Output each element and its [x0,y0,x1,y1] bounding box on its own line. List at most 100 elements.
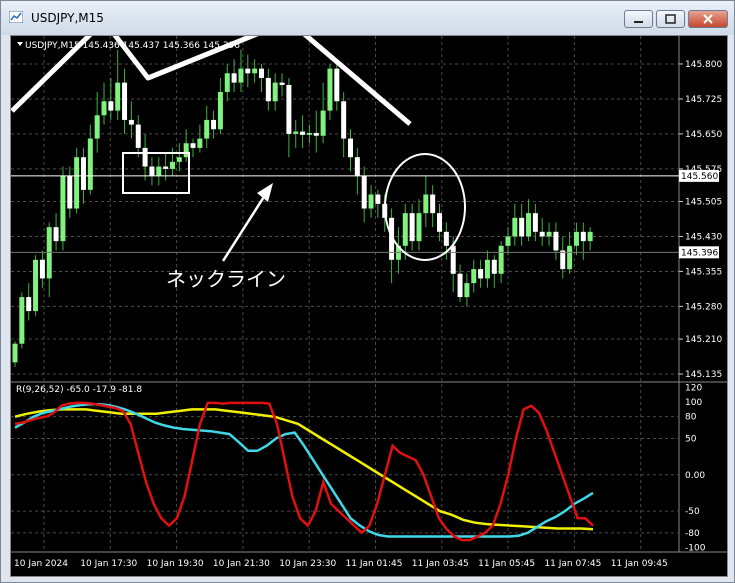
candle-body[interactable] [505,236,511,246]
candle-body[interactable] [156,166,162,176]
time-tick-label: 11 Jan 01:45 [346,559,403,569]
candle-body[interactable] [293,131,299,134]
title-bar: USDJPY,M15 [1,1,734,35]
candle-body[interactable] [74,157,80,209]
candle-body[interactable] [368,194,374,209]
candle-body[interactable] [512,217,518,237]
candle-body[interactable] [437,213,443,232]
candle-body[interactable] [115,82,121,111]
candle-body[interactable] [546,231,552,237]
candle-body[interactable] [231,73,237,83]
candle-body[interactable] [519,217,525,237]
candle-body[interactable] [183,143,189,158]
candle-body[interactable] [580,231,586,242]
candle-body[interactable] [471,269,477,284]
indicator-red-line [14,401,594,542]
annotation-arrow-shaft [221,191,269,262]
price-tick-label: 145.355 [685,267,722,277]
candle-body[interactable] [567,245,573,270]
minimize-button[interactable] [624,10,653,28]
candle-body[interactable] [587,231,593,242]
candle-body[interactable] [176,157,182,162]
indicator-tick-label: -100 [685,543,706,553]
candle-body[interactable] [101,101,107,116]
candle-body[interactable] [142,147,148,167]
candle-body[interactable] [272,82,278,102]
candle-body[interactable] [560,250,566,270]
candle-body[interactable] [217,91,223,130]
candle-body[interactable] [12,343,18,363]
candle-body[interactable] [464,283,470,298]
candle-body[interactable] [39,259,45,279]
candle-body[interactable] [245,68,251,74]
candle-body[interactable] [409,213,415,242]
candle-body[interactable] [238,68,244,83]
candle-body[interactable] [19,297,25,344]
candle-body[interactable] [375,194,381,204]
candle-body[interactable] [478,269,484,279]
candle-body[interactable] [526,213,532,237]
candle-body[interactable] [252,68,258,74]
price-tick-label: 145.725 [685,95,722,105]
candle-body[interactable] [423,194,429,214]
candle-body[interactable] [122,82,128,120]
candle-body[interactable] [361,175,367,209]
candle-body[interactable] [128,119,134,125]
candle-body[interactable] [26,297,32,312]
candle-body[interactable] [190,143,196,148]
candle-body[interactable] [286,84,292,134]
candle-body[interactable] [53,227,59,242]
candle-body[interactable] [80,157,86,190]
time-tick-label: 10 Jan 17:30 [80,559,137,569]
candle-body[interactable] [135,124,141,148]
candle-body[interactable] [279,82,285,85]
candle-body[interactable] [450,245,456,274]
indicator-tick-label: 0.00 [685,471,705,481]
candle-body[interactable] [306,132,312,135]
candle-body[interactable] [224,73,230,92]
maximize-button[interactable] [656,10,685,28]
candle-body[interactable] [204,119,210,139]
candle-body[interactable] [163,166,169,169]
candle-body[interactable] [539,231,545,237]
candle-body[interactable] [87,138,93,190]
time-tick-label: 10 Jan 2024 [14,559,68,569]
time-tick-label: 11 Jan 09:45 [611,559,668,569]
price-tick-label: 145.650 [685,130,722,140]
chart-area[interactable]: ネックライン USDJPY,M15 145.436 145.437 145.36… [10,18,728,577]
candle-body[interactable] [430,194,436,214]
candle-body[interactable] [484,259,490,279]
candle-body[interactable] [33,259,39,312]
candle-body[interactable] [327,68,333,111]
candle-body[interactable] [313,132,319,136]
candle-body[interactable] [94,115,100,139]
candle-body[interactable] [341,101,347,139]
candle-body[interactable] [498,245,504,274]
time-tick-label: 10 Jan 21:30 [213,559,270,569]
candle-body[interactable] [532,213,538,232]
candle-body[interactable] [457,273,463,298]
candle-body[interactable] [491,259,497,274]
candle-body[interactable] [60,175,66,242]
candle-body[interactable] [108,101,114,111]
close-button[interactable] [688,10,728,28]
candle-body[interactable] [354,157,360,176]
candle-body[interactable] [258,68,264,78]
candle-body[interactable] [169,161,175,169]
candle-body[interactable] [573,231,579,246]
candle-body[interactable] [334,68,340,102]
candle-body[interactable] [67,175,73,209]
candle-body[interactable] [197,138,203,148]
candle-body[interactable] [149,166,155,176]
candle-body[interactable] [348,138,354,158]
candle-body[interactable] [300,131,306,135]
candle-body[interactable] [320,110,326,136]
candle-body[interactable] [211,119,217,130]
chart-menu-triangle-icon[interactable] [17,42,23,46]
candle-body[interactable] [443,231,449,246]
candle-body[interactable] [416,213,422,242]
candle-body[interactable] [265,77,271,102]
candle-body[interactable] [553,231,559,251]
candle-body[interactable] [402,213,408,246]
price-chart[interactable]: ネックライン USDJPY,M15 145.436 145.437 145.36… [10,18,727,576]
